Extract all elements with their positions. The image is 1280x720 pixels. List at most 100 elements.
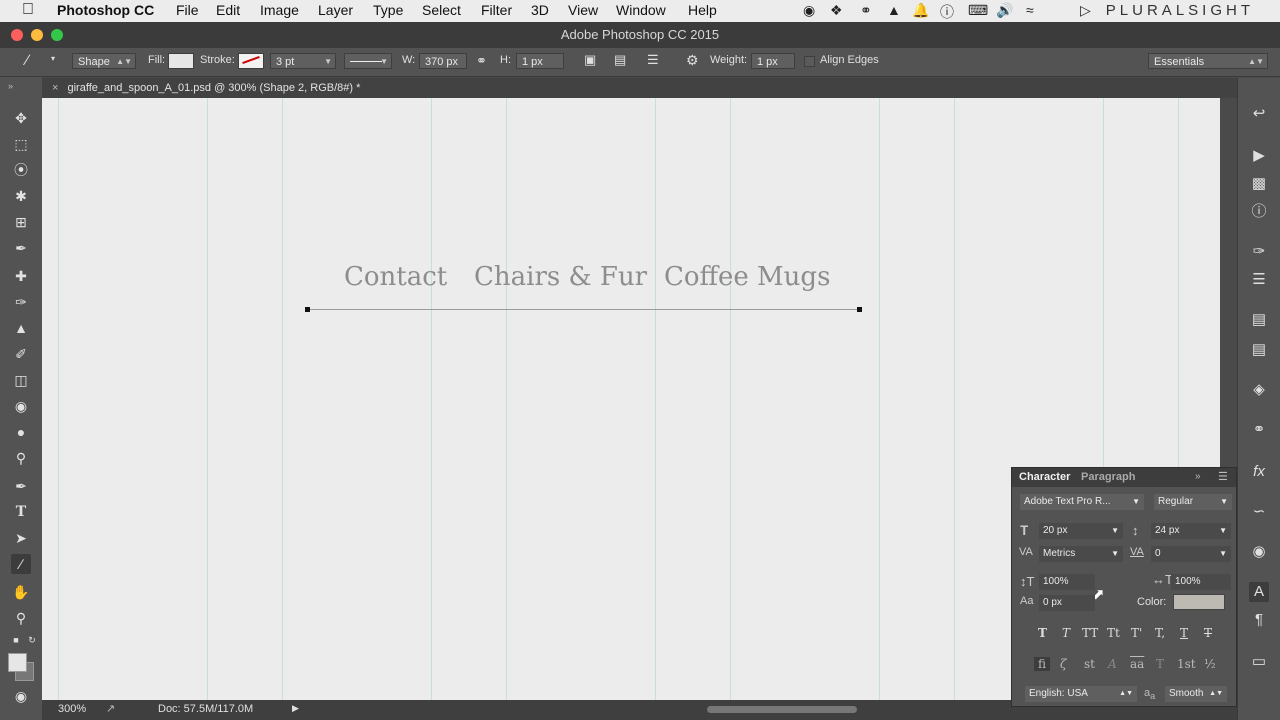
tab-character[interactable]: Character [1019, 471, 1070, 483]
baseline-shift-field[interactable]: 0 px [1039, 595, 1095, 611]
width-field[interactable]: 370 px [419, 53, 467, 69]
all-caps-button[interactable]: TT [1082, 626, 1098, 640]
brush-tool-icon[interactable]: ✑ [11, 292, 31, 312]
font-size-field[interactable]: 20 px ▼ [1039, 523, 1123, 539]
tracking-field[interactable]: 0 ▼ [1151, 546, 1231, 562]
tool-preset-arrow-icon[interactable]: ▾ [51, 54, 55, 63]
paths-icon[interactable]: ∽ [1249, 502, 1269, 522]
healing-brush-tool-icon[interactable]: ✚ [11, 266, 31, 286]
blur-tool-icon[interactable]: ● [11, 422, 31, 442]
font-family-select[interactable]: Adobe Text Pro R... ▼ [1020, 494, 1144, 510]
collapse-toolbar-icon[interactable]: » [8, 81, 13, 91]
styles-fx-icon[interactable]: fx [1249, 462, 1269, 482]
geometry-options-gear-icon[interactable]: ⚙ [686, 52, 699, 69]
line-tool-icon[interactable]: ∕ [11, 554, 31, 574]
faux-bold-button[interactable]: T [1038, 626, 1047, 640]
apple-icon[interactable]:  [22, 1, 34, 19]
volume-icon[interactable]: 🔊 [996, 2, 1013, 19]
close-tab-icon[interactable]: × [52, 82, 58, 94]
lasso-tool-icon[interactable]: ⦿ [11, 160, 31, 180]
panel-menu-icon[interactable]: ☰ [1218, 470, 1228, 483]
stroke-swatch[interactable] [238, 53, 264, 69]
superscript-button[interactable]: T' [1131, 626, 1142, 640]
eyedropper-tool-icon[interactable]: ✒ [11, 238, 31, 258]
font-style-select[interactable]: Regular ▼ [1154, 494, 1232, 510]
height-field[interactable]: 1 px [516, 53, 564, 69]
actions-play-icon[interactable]: ▶ [1249, 146, 1269, 166]
underline-button[interactable]: T [1180, 626, 1188, 640]
menu-image[interactable]: Image [260, 2, 299, 18]
workspace-select[interactable]: Essentials ▲▼ [1148, 53, 1268, 69]
adjustments-icon[interactable]: ☰ [1249, 270, 1269, 290]
hand-tool-icon[interactable]: ✋ [11, 582, 31, 602]
nav-link-coffee-mugs[interactable]: Coffee Mugs [664, 262, 830, 292]
layers-icon[interactable]: ◈ [1249, 380, 1269, 400]
libraries-icon[interactable]: ▩ [1249, 174, 1269, 194]
discretionary-ligatures-button[interactable]: st [1084, 657, 1095, 671]
zoom-tool-icon[interactable]: ⚲ [11, 608, 31, 628]
path-arrangement-icon[interactable]: ☰ [647, 52, 659, 68]
notification-icon[interactable]: 🔔 [912, 2, 929, 19]
text-color-swatch[interactable] [1173, 594, 1225, 610]
horizontal-scrollbar[interactable] [707, 706, 857, 713]
contextual-alternates-button[interactable]: ζ [1060, 657, 1067, 671]
subscript-button[interactable]: T, [1155, 626, 1165, 640]
pen-tool-icon[interactable]: ✒ [11, 476, 31, 496]
mode-select[interactable]: Shape ▲▼ [72, 53, 136, 69]
status-menu-arrow-icon[interactable]: ▶ [292, 703, 299, 714]
path-selection-tool-icon[interactable]: ➤ [11, 528, 31, 548]
path-alignment-icon[interactable]: ▤ [614, 52, 626, 68]
paint-bucket-tool-icon[interactable]: ◉ [11, 396, 31, 416]
menu-edit[interactable]: Edit [216, 2, 240, 18]
nav-link-chairs[interactable]: Chairs & Fur [474, 262, 647, 292]
menu-app[interactable]: Photoshop CC [57, 2, 154, 18]
help-circle-icon[interactable]: ⓘ [940, 2, 954, 22]
horizontal-scale-field[interactable]: 100% [1171, 574, 1231, 590]
menu-help[interactable]: Help [688, 2, 717, 18]
creative-cloud-icon[interactable]: ⚭ [860, 2, 872, 19]
document-tab[interactable]: × giraffe_and_spoon_A_01.psd @ 300% (Sha… [52, 78, 360, 98]
minimize-window-button[interactable] [31, 29, 43, 41]
line-tool-preset-icon[interactable]: ∕ [26, 52, 29, 69]
foreground-color-swatch[interactable] [8, 653, 27, 672]
swash-button[interactable]: A [1108, 657, 1117, 671]
line-shape[interactable] [307, 309, 859, 310]
brush-presets-icon[interactable]: ✑ [1249, 242, 1269, 262]
type-tool-icon[interactable]: T [11, 502, 31, 522]
vertical-scale-field[interactable]: 100% [1039, 574, 1095, 590]
zoom-level[interactable]: 300% [58, 703, 86, 715]
marquee-tool-icon[interactable]: ⬚ [11, 134, 31, 154]
line-anchor-left[interactable] [305, 307, 310, 312]
kerning-field[interactable]: Metrics ▼ [1039, 546, 1123, 562]
link-dimensions-icon[interactable]: ⚭ [476, 53, 487, 69]
fill-swatch[interactable] [168, 53, 194, 69]
magic-wand-tool-icon[interactable]: ✱ [11, 186, 31, 206]
character-panel-icon[interactable]: A [1249, 582, 1269, 602]
line-anchor-right[interactable] [857, 307, 862, 312]
zoom-window-button[interactable] [51, 29, 63, 41]
strikethrough-button[interactable]: T [1204, 626, 1212, 640]
menu-window[interactable]: Window [616, 2, 666, 18]
export-icon[interactable]: ↗ [106, 702, 115, 715]
stroke-type-select[interactable]: ▼ [344, 53, 392, 69]
stylistic-alternates-button[interactable]: aa [1130, 657, 1144, 671]
menu-view[interactable]: View [568, 2, 598, 18]
stroke-size-field[interactable]: 3 pt ▼ [270, 53, 336, 69]
clone-stamp-tool-icon[interactable]: ▲ [11, 318, 31, 338]
standard-ligatures-button[interactable]: fi [1034, 657, 1051, 671]
quick-mask-icon[interactable]: ◉ [11, 686, 31, 706]
swap-colors-icon[interactable]: ↻ [22, 630, 42, 650]
channels-icon[interactable]: ⚭ [1249, 420, 1269, 440]
notes-icon[interactable]: ▤ [1249, 310, 1269, 330]
titling-alternates-button[interactable]: T [1156, 657, 1164, 671]
menu-select[interactable]: Select [422, 2, 461, 18]
menu-type[interactable]: Type [373, 2, 403, 18]
align-edges-checkbox[interactable] [804, 56, 815, 67]
record-icon[interactable]: ◉ [803, 2, 815, 19]
dodge-tool-icon[interactable]: ⚲ [11, 448, 31, 468]
dropbox-icon[interactable]: ❖ [830, 2, 843, 19]
menu-layer[interactable]: Layer [318, 2, 353, 18]
fractions-button[interactable]: ½ [1204, 657, 1216, 671]
paragraph-panel-icon[interactable]: ¶ [1249, 610, 1269, 630]
move-tool-icon[interactable]: ✥ [11, 108, 31, 128]
